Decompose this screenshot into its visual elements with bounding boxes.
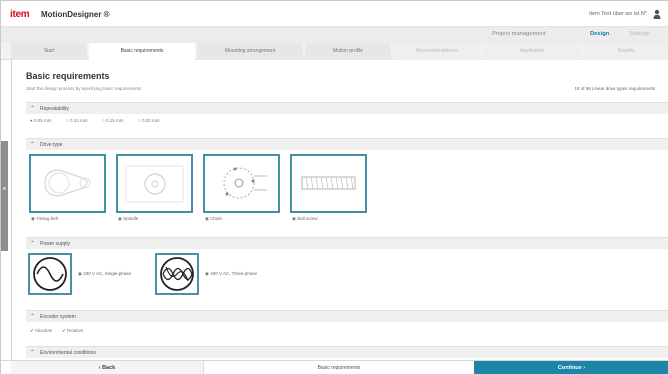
drive-label-chain[interactable]: ◉ Chain bbox=[205, 216, 222, 222]
chain-icon bbox=[223, 167, 267, 199]
section-power-supply-header[interactable]: ⌃ Power supply bbox=[26, 237, 668, 249]
radio-option[interactable]: ○ 0.20 mm bbox=[138, 118, 159, 123]
section-label: Encoder system bbox=[40, 314, 76, 320]
radio-option[interactable]: ○ 0.15 mm bbox=[102, 118, 123, 123]
top-bar: item MotionDesigner ® item Test über wo … bbox=[1, 1, 668, 27]
nav-project-management[interactable]: Project management bbox=[492, 31, 546, 37]
chevron-down-icon: ⌃ bbox=[30, 350, 36, 356]
bottom-bar: ‹ Back Basic requirements Continue › bbox=[1, 360, 668, 374]
section-repeatability-header[interactable]: ⌃ Repeatability bbox=[26, 102, 668, 114]
spindle-icon bbox=[125, 165, 184, 203]
continue-button[interactable]: Continue › bbox=[474, 361, 668, 374]
tab-start[interactable]: Start bbox=[11, 43, 87, 60]
nav-settings[interactable]: Settings bbox=[629, 31, 650, 37]
app-title: MotionDesigner ® bbox=[41, 10, 110, 19]
main-content: Basic requirements Start the design proc… bbox=[11, 60, 668, 360]
section-label: Repeatability bbox=[40, 106, 69, 112]
chevron-down-icon: ⌃ bbox=[30, 241, 36, 247]
tab-motion-profile[interactable]: Motion profile bbox=[305, 43, 391, 60]
power-card-single-phase[interactable] bbox=[28, 253, 72, 295]
chevron-down-icon: ⌃ bbox=[30, 106, 36, 112]
tab-basic-requirements[interactable]: Basic requirements bbox=[89, 43, 195, 60]
single-phase-sine-icon bbox=[33, 257, 67, 291]
timing-belt-icon bbox=[44, 169, 91, 197]
section-label: Power supply bbox=[40, 241, 71, 247]
section-label: Environmental conditions bbox=[40, 350, 96, 356]
power-card-three-phase[interactable] bbox=[155, 253, 199, 295]
power-label-three-phase[interactable]: ◉ 400 V AC, Three-phase bbox=[205, 271, 257, 277]
drive-card-spindle[interactable] bbox=[116, 154, 193, 213]
step-tabs: Start Basic requirements Mounting arrang… bbox=[1, 43, 668, 60]
tab-results[interactable]: Results bbox=[583, 43, 668, 60]
item-logo: item bbox=[10, 9, 30, 20]
back-button[interactable]: ‹ Back bbox=[11, 361, 204, 374]
current-step-label: Basic requirements bbox=[317, 365, 361, 371]
radio-option[interactable]: ○ 0.10 mm bbox=[66, 118, 87, 123]
tab-mounting-arrangement[interactable]: Mounting arrangement bbox=[197, 43, 303, 60]
section-drive-type-header[interactable]: ⌃ Drive type bbox=[26, 138, 668, 150]
app-window: item MotionDesigner ® item Test über wo … bbox=[0, 0, 668, 374]
user-icon[interactable] bbox=[653, 9, 661, 19]
radio-option[interactable]: ● 0.05 mm bbox=[30, 118, 51, 123]
chevron-down-icon: ⌃ bbox=[30, 314, 36, 320]
page-title: Basic requirements bbox=[26, 71, 110, 81]
result-count: 18 of 98 Linear drive types requirements bbox=[574, 86, 655, 91]
section-encoder-system-header[interactable]: ⌃ Encoder system bbox=[26, 310, 668, 322]
checkbox-option[interactable]: ✔ Absolute bbox=[30, 328, 52, 334]
section-label: Drive type bbox=[40, 142, 63, 148]
sidebar-toggle-handle[interactable] bbox=[1, 141, 8, 251]
tab-application[interactable]: Application bbox=[483, 43, 581, 60]
section-environmental-header[interactable]: ⌃ Environmental conditions bbox=[26, 346, 668, 358]
user-name[interactable]: item Test über wo ist N° bbox=[589, 11, 647, 17]
drive-card-ball-screw[interactable] bbox=[290, 154, 367, 213]
page-description: Start the design process by specifying b… bbox=[26, 86, 142, 91]
drive-label-timing-belt[interactable]: ◉ Timing belt bbox=[31, 216, 58, 222]
three-phase-sine-icon bbox=[160, 257, 194, 291]
checkbox-option[interactable]: ✔ Relative bbox=[62, 328, 83, 334]
tab-recommendations[interactable]: Recommendations bbox=[393, 43, 481, 60]
drive-label-spindle[interactable]: ◉ Spindle bbox=[118, 216, 138, 222]
ball-screw-icon bbox=[301, 176, 356, 190]
main-navigation: Project management Design Settings bbox=[1, 27, 668, 43]
drive-label-ball-screw[interactable]: ◉ Ball screw bbox=[292, 216, 318, 222]
nav-design[interactable]: Design bbox=[590, 31, 609, 37]
chevron-down-icon: ⌃ bbox=[30, 142, 36, 148]
power-label-single-phase[interactable]: ◉ 230 V AC, Single-phase bbox=[78, 271, 131, 277]
grip-icon bbox=[3, 187, 6, 190]
drive-card-timing-belt[interactable] bbox=[29, 154, 106, 213]
drive-card-chain[interactable] bbox=[203, 154, 280, 213]
